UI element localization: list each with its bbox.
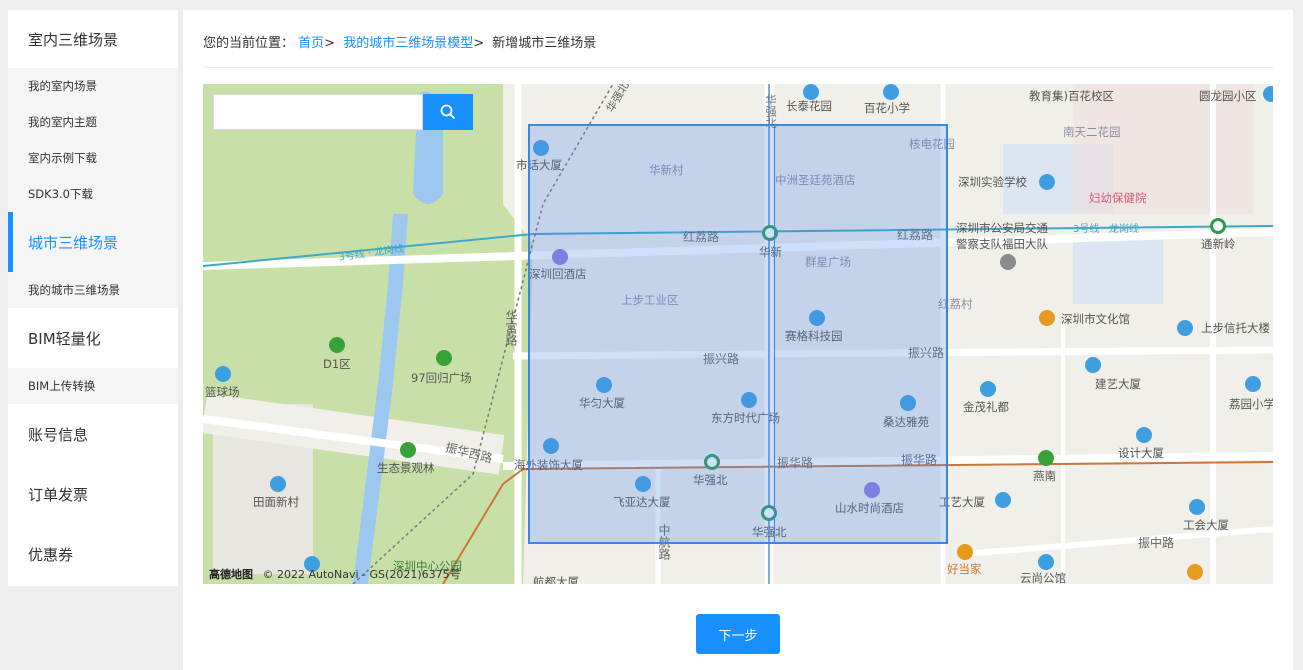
- breadcrumb-prefix: 您的当前位置：: [203, 36, 295, 51]
- map-label: 圆龙园小区: [1199, 89, 1257, 103]
- breadcrumb-separator: >: [324, 36, 336, 51]
- sidebar-item-coupons[interactable]: 优惠券: [8, 524, 178, 584]
- sidebar-item-bim-upload[interactable]: BIM上传转换: [8, 368, 178, 404]
- map-label: 深圳实验学校: [958, 175, 1027, 189]
- poi-marker-icon: [400, 442, 416, 458]
- poi-marker-icon: [1263, 86, 1273, 102]
- map-label: 教育集)百花校区: [1029, 89, 1114, 103]
- sidebar: 室内三维场景 我的室内场景 我的室内主题 室内示例下载 SDK3.0下载 城市三…: [8, 10, 178, 586]
- sidebar-item-bim[interactable]: BIM轻量化: [8, 308, 178, 368]
- poi-marker-icon: [1039, 310, 1055, 326]
- poi-marker-icon: [1039, 174, 1055, 190]
- map-attribution: 高德地图 © 2022 AutoNavi - GS(2021)6375号: [209, 566, 461, 582]
- map-label: 好当家: [947, 562, 982, 576]
- map-label: 百花小学: [864, 101, 910, 115]
- map-label: 振中路: [1138, 536, 1175, 550]
- sidebar-item-indoor-sample-download[interactable]: 室内示例下载: [8, 140, 178, 176]
- map-search-button[interactable]: [423, 94, 473, 130]
- map-search-input[interactable]: [213, 94, 423, 130]
- map-label: 通新岭: [1201, 237, 1236, 251]
- amap-logo: 高德地图: [209, 568, 253, 581]
- map-label: D1区: [323, 357, 351, 371]
- poi-marker-icon: [1177, 320, 1193, 336]
- poi-marker-icon: [270, 476, 286, 492]
- poi-marker-icon: [883, 84, 899, 100]
- map-label: 上步信托大楼: [1201, 321, 1270, 335]
- breadcrumb-current: 新增城市三维场景: [492, 36, 597, 51]
- map-label: 田面新村: [253, 495, 299, 509]
- selection-guide-line: [774, 126, 775, 542]
- poi-marker-icon: [1038, 554, 1054, 570]
- selection-area[interactable]: [528, 124, 948, 544]
- poi-marker-icon: [995, 492, 1011, 508]
- map-label: 设计大厦: [1118, 446, 1164, 460]
- metro-station-icon: [1210, 218, 1226, 234]
- main-panel: 您的当前位置： 首页> 我的城市三维场景模型> 新增城市三维场景 长泰花园 百花…: [183, 10, 1293, 670]
- map-label: 深圳市公安局交通: [956, 221, 1048, 235]
- poi-marker-icon: [1136, 427, 1152, 443]
- poi-marker-icon: [1187, 564, 1203, 580]
- map-label: 燕南: [1033, 469, 1056, 483]
- poi-marker-icon: [980, 381, 996, 397]
- sidebar-item-my-indoor-scenes[interactable]: 我的室内场景: [8, 68, 178, 104]
- poi-marker-icon: [1085, 357, 1101, 373]
- sidebar-item-sdk-download[interactable]: SDK3.0下载: [8, 176, 178, 212]
- next-step-button[interactable]: 下一步: [696, 614, 780, 654]
- search-icon: [440, 104, 456, 120]
- map-label: 南天二花园: [1063, 125, 1121, 139]
- poi-marker-icon: [1245, 376, 1261, 392]
- poi-marker-icon: [957, 544, 973, 560]
- poi-marker-icon: [215, 366, 231, 382]
- poi-marker-icon: [1000, 254, 1016, 270]
- map-label: 建艺大厦: [1095, 377, 1141, 391]
- map-label: 生态景观林: [377, 461, 435, 475]
- map-label: 深圳市文化馆: [1061, 312, 1130, 326]
- divider: [203, 67, 1273, 68]
- breadcrumb-separator: >: [473, 36, 485, 51]
- map-label: 97回归广场: [411, 371, 472, 385]
- poi-marker-icon: [803, 84, 819, 100]
- sidebar-item-indoor-3d[interactable]: 室内三维场景: [8, 10, 178, 68]
- poi-marker-icon: [436, 350, 452, 366]
- sidebar-item-invoices[interactable]: 订单发票: [8, 464, 178, 524]
- sidebar-item-my-city-scenes[interactable]: 我的城市三维场景: [8, 272, 178, 308]
- poi-marker-icon: [1189, 499, 1205, 515]
- breadcrumb: 您的当前位置： 首页> 我的城市三维场景模型> 新增城市三维场景: [203, 32, 596, 51]
- poi-marker-icon: [1038, 450, 1054, 466]
- map-label: 金茂礼都: [963, 400, 1009, 414]
- breadcrumb-parent-link[interactable]: 我的城市三维场景模型: [343, 36, 473, 51]
- map-label: 云尚公馆: [1020, 571, 1066, 584]
- sidebar-item-account[interactable]: 账号信息: [8, 404, 178, 464]
- map-label: 3号线 · 龙岗线: [1073, 224, 1139, 235]
- map-copyright: © 2022 AutoNavi - GS(2021)6375号: [262, 568, 461, 581]
- map-label: 警察支队福田大队: [956, 237, 1048, 251]
- map-view[interactable]: 长泰花园 百花小学 教育集)百花校区 圆龙园小区 南天二花园 核电花园 华新村 …: [203, 84, 1273, 584]
- map-label: 荔园小学: [1229, 397, 1273, 411]
- sidebar-item-my-indoor-themes[interactable]: 我的室内主题: [8, 104, 178, 140]
- sidebar-item-city-3d[interactable]: 城市三维场景: [8, 212, 178, 272]
- map-label: 华富路: [504, 310, 518, 346]
- map-label: 妇幼保健院: [1089, 191, 1147, 205]
- poi-marker-icon: [329, 337, 345, 353]
- map-label: 篮球场: [205, 385, 240, 399]
- map-label: 航都大厦: [533, 575, 579, 584]
- map-label: 长泰花园: [786, 99, 832, 113]
- breadcrumb-home-link[interactable]: 首页: [298, 36, 324, 51]
- map-label: 工会大厦: [1183, 518, 1229, 532]
